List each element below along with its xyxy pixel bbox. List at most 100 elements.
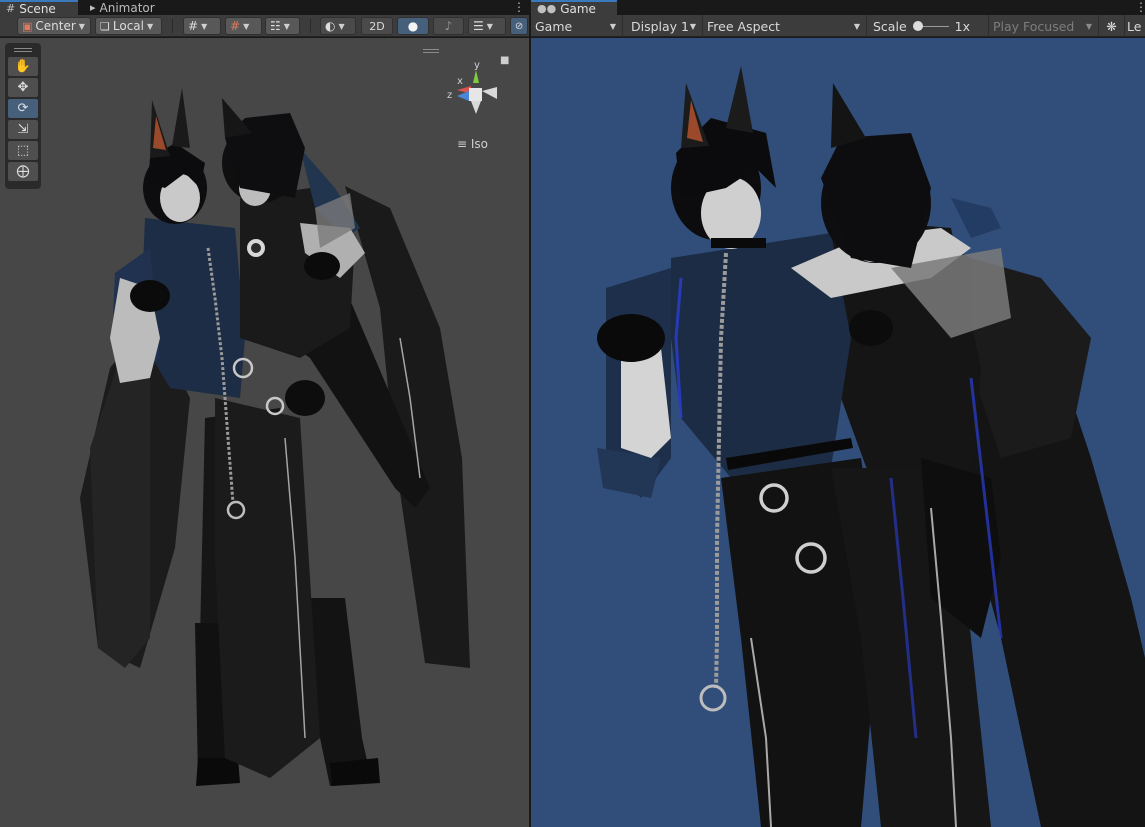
chevron-down-icon: ▼ xyxy=(283,21,290,31)
move-icon: ✥ xyxy=(17,80,29,95)
hand-icon: ✋ xyxy=(14,59,32,74)
rotate-tool-button[interactable]: ⟳ xyxy=(8,99,38,118)
draw-mode-button[interactable]: ◐ ▼ xyxy=(320,17,356,35)
chevron-down-icon: ▼ xyxy=(243,21,250,31)
gizmo-z-cone xyxy=(457,91,469,101)
tool-palette: ✋ ✥ ⟳ ⇲ ⬚ ⨁ xyxy=(5,43,41,189)
snap-icon: # xyxy=(230,19,241,33)
scale-control: Scale 1x xyxy=(867,15,989,37)
toolbar-separator xyxy=(172,19,173,33)
scene-view-viewport[interactable]: ✋ ✥ ⟳ ⇲ ⬚ ⨁ ■ y x z ≡ Iso xyxy=(0,38,529,827)
chevron-down-icon: ▼ xyxy=(609,21,616,31)
scene-avatars xyxy=(80,88,470,786)
projection-toggle[interactable]: ≡ Iso xyxy=(457,137,488,151)
pivot-mode-dropdown[interactable]: ▣ Center ▼ xyxy=(17,17,91,35)
menu-lines-icon: ≡ xyxy=(457,137,468,151)
toggle-2d-button[interactable]: 2D xyxy=(361,17,393,35)
tab-game[interactable]: ●● Game xyxy=(531,0,617,16)
trailing-label: Le xyxy=(1127,18,1142,34)
gizmo-y-cone xyxy=(473,70,479,83)
pivot-mode-label: Center xyxy=(35,19,76,33)
layers-icon: ☰ xyxy=(473,19,484,33)
scale-slider-thumb[interactable] xyxy=(912,21,923,31)
game-tab-strip: ●● Game ⋮ xyxy=(531,0,1145,16)
lightbulb-icon: ● xyxy=(407,19,419,33)
increment-snap-button[interactable]: ☷ ▼ xyxy=(265,17,300,35)
transform-tool-button[interactable]: ⨁ xyxy=(8,162,38,181)
tab-scene-label: Scene xyxy=(19,1,56,16)
rotate-icon: ⟳ xyxy=(17,101,29,116)
tool-palette-grip[interactable] xyxy=(8,45,38,55)
chevron-down-icon: ▼ xyxy=(853,21,860,31)
grid-snap-button[interactable]: # ▼ xyxy=(225,17,262,35)
scale-icon: ⇲ xyxy=(17,122,29,137)
play-mode-dropdown[interactable]: Play Focused ▼ xyxy=(989,15,1099,37)
rect-icon: ⬚ xyxy=(16,143,30,158)
display-dropdown[interactable]: Display 1 ▼ xyxy=(623,15,703,37)
bug-icon: ❋ xyxy=(1106,18,1117,34)
speaker-mute-icon: ♪ xyxy=(444,19,453,33)
game-toolbar: Game ▼ Display 1 ▼ Free Aspect ▼ Scale 1… xyxy=(531,15,1145,37)
hand-tool-button[interactable]: ✋ xyxy=(8,57,38,76)
gizmo-y-label: y xyxy=(474,60,480,71)
scene-tab-strip: # Scene ▸ Animator ⋮ xyxy=(0,0,529,16)
shading-icon: ◐ xyxy=(325,19,336,33)
effects-dropdown[interactable]: ☰ ▼ xyxy=(468,17,506,35)
tab-animator-label: Animator xyxy=(99,0,155,15)
hidden-objects-button[interactable]: ⊘ xyxy=(510,17,528,35)
game-view-viewport[interactable] xyxy=(531,38,1145,827)
view-type-label: Game xyxy=(535,18,573,34)
pivot-rotation-dropdown[interactable]: ❏ Local ▼ xyxy=(95,17,162,35)
tab-scene[interactable]: # Scene xyxy=(0,0,78,16)
game-avatars xyxy=(597,66,1145,827)
view-type-dropdown[interactable]: Game ▼ xyxy=(531,15,623,37)
play-mode-label: Play Focused xyxy=(993,18,1075,34)
eye-slash-icon: ⊘ xyxy=(514,20,524,32)
chevron-down-icon: ▼ xyxy=(486,21,493,31)
chevron-down-icon: ▼ xyxy=(689,21,696,31)
gizmo-z-label: z xyxy=(447,90,452,101)
grid-visibility-button[interactable]: # ▼ xyxy=(183,17,221,35)
scale-slider[interactable] xyxy=(912,21,949,31)
gizmo-center-cube xyxy=(469,88,482,101)
chevron-down-icon: ▼ xyxy=(78,21,85,31)
tab-animator[interactable]: ▸ Animator xyxy=(84,0,164,15)
aspect-label: Free Aspect xyxy=(707,18,780,34)
chevron-down-icon: ▼ xyxy=(201,21,208,31)
rect-tool-button[interactable]: ⬚ xyxy=(8,141,38,160)
orientation-gizmo[interactable]: y x z xyxy=(427,56,507,136)
scene-menu-icon[interactable]: ⋮ xyxy=(513,1,525,13)
scale-value: 1x xyxy=(954,18,970,34)
toggle-2d-label: 2D xyxy=(369,19,385,33)
overlay-menu-icon[interactable] xyxy=(423,49,439,53)
scale-tool-button[interactable]: ⇲ xyxy=(8,120,38,139)
trailing-toolbar-item[interactable]: Le xyxy=(1125,15,1145,37)
scale-label: Scale xyxy=(873,18,907,34)
pivot-rotation-label: Local xyxy=(112,19,144,33)
cube-icon: ❏ xyxy=(100,19,110,33)
tab-game-label: Game xyxy=(560,1,596,16)
display-label: Display 1 xyxy=(631,18,690,34)
ruler-icon: ☷ xyxy=(270,19,281,33)
aspect-dropdown[interactable]: Free Aspect ▼ xyxy=(703,15,867,37)
grid-icon: # xyxy=(6,1,16,15)
pivot-icon: ▣ xyxy=(22,19,33,33)
gizmo-neg-x-cone xyxy=(482,87,497,99)
chevron-down-icon: ▼ xyxy=(146,21,154,31)
chevron-down-icon: ▼ xyxy=(1085,21,1092,31)
chevron-down-icon: ▼ xyxy=(338,21,345,31)
gizmo-x-label: x xyxy=(457,76,463,87)
grid-icon: # xyxy=(188,19,199,33)
debug-stats-button[interactable]: ❋ xyxy=(1099,15,1125,37)
transform-icon: ⨁ xyxy=(16,164,30,179)
projection-label: Iso xyxy=(470,137,489,151)
animator-icon: ▸ xyxy=(90,0,96,14)
toolbar-separator xyxy=(310,19,311,33)
gizmo-neg-y-cone xyxy=(471,101,481,114)
gamepad-icon: ●● xyxy=(537,1,557,15)
game-menu-icon[interactable]: ⋮ xyxy=(1135,1,1145,13)
lighting-toggle-button[interactable]: ● xyxy=(397,17,429,35)
move-tool-button[interactable]: ✥ xyxy=(8,78,38,97)
audio-toggle-button[interactable]: ♪ xyxy=(433,17,464,35)
scene-toolbar: ▣ Center ▼ ❏ Local ▼ # ▼ # ▼ ☷ ▼ ◐ ▼ 2D … xyxy=(0,15,529,37)
